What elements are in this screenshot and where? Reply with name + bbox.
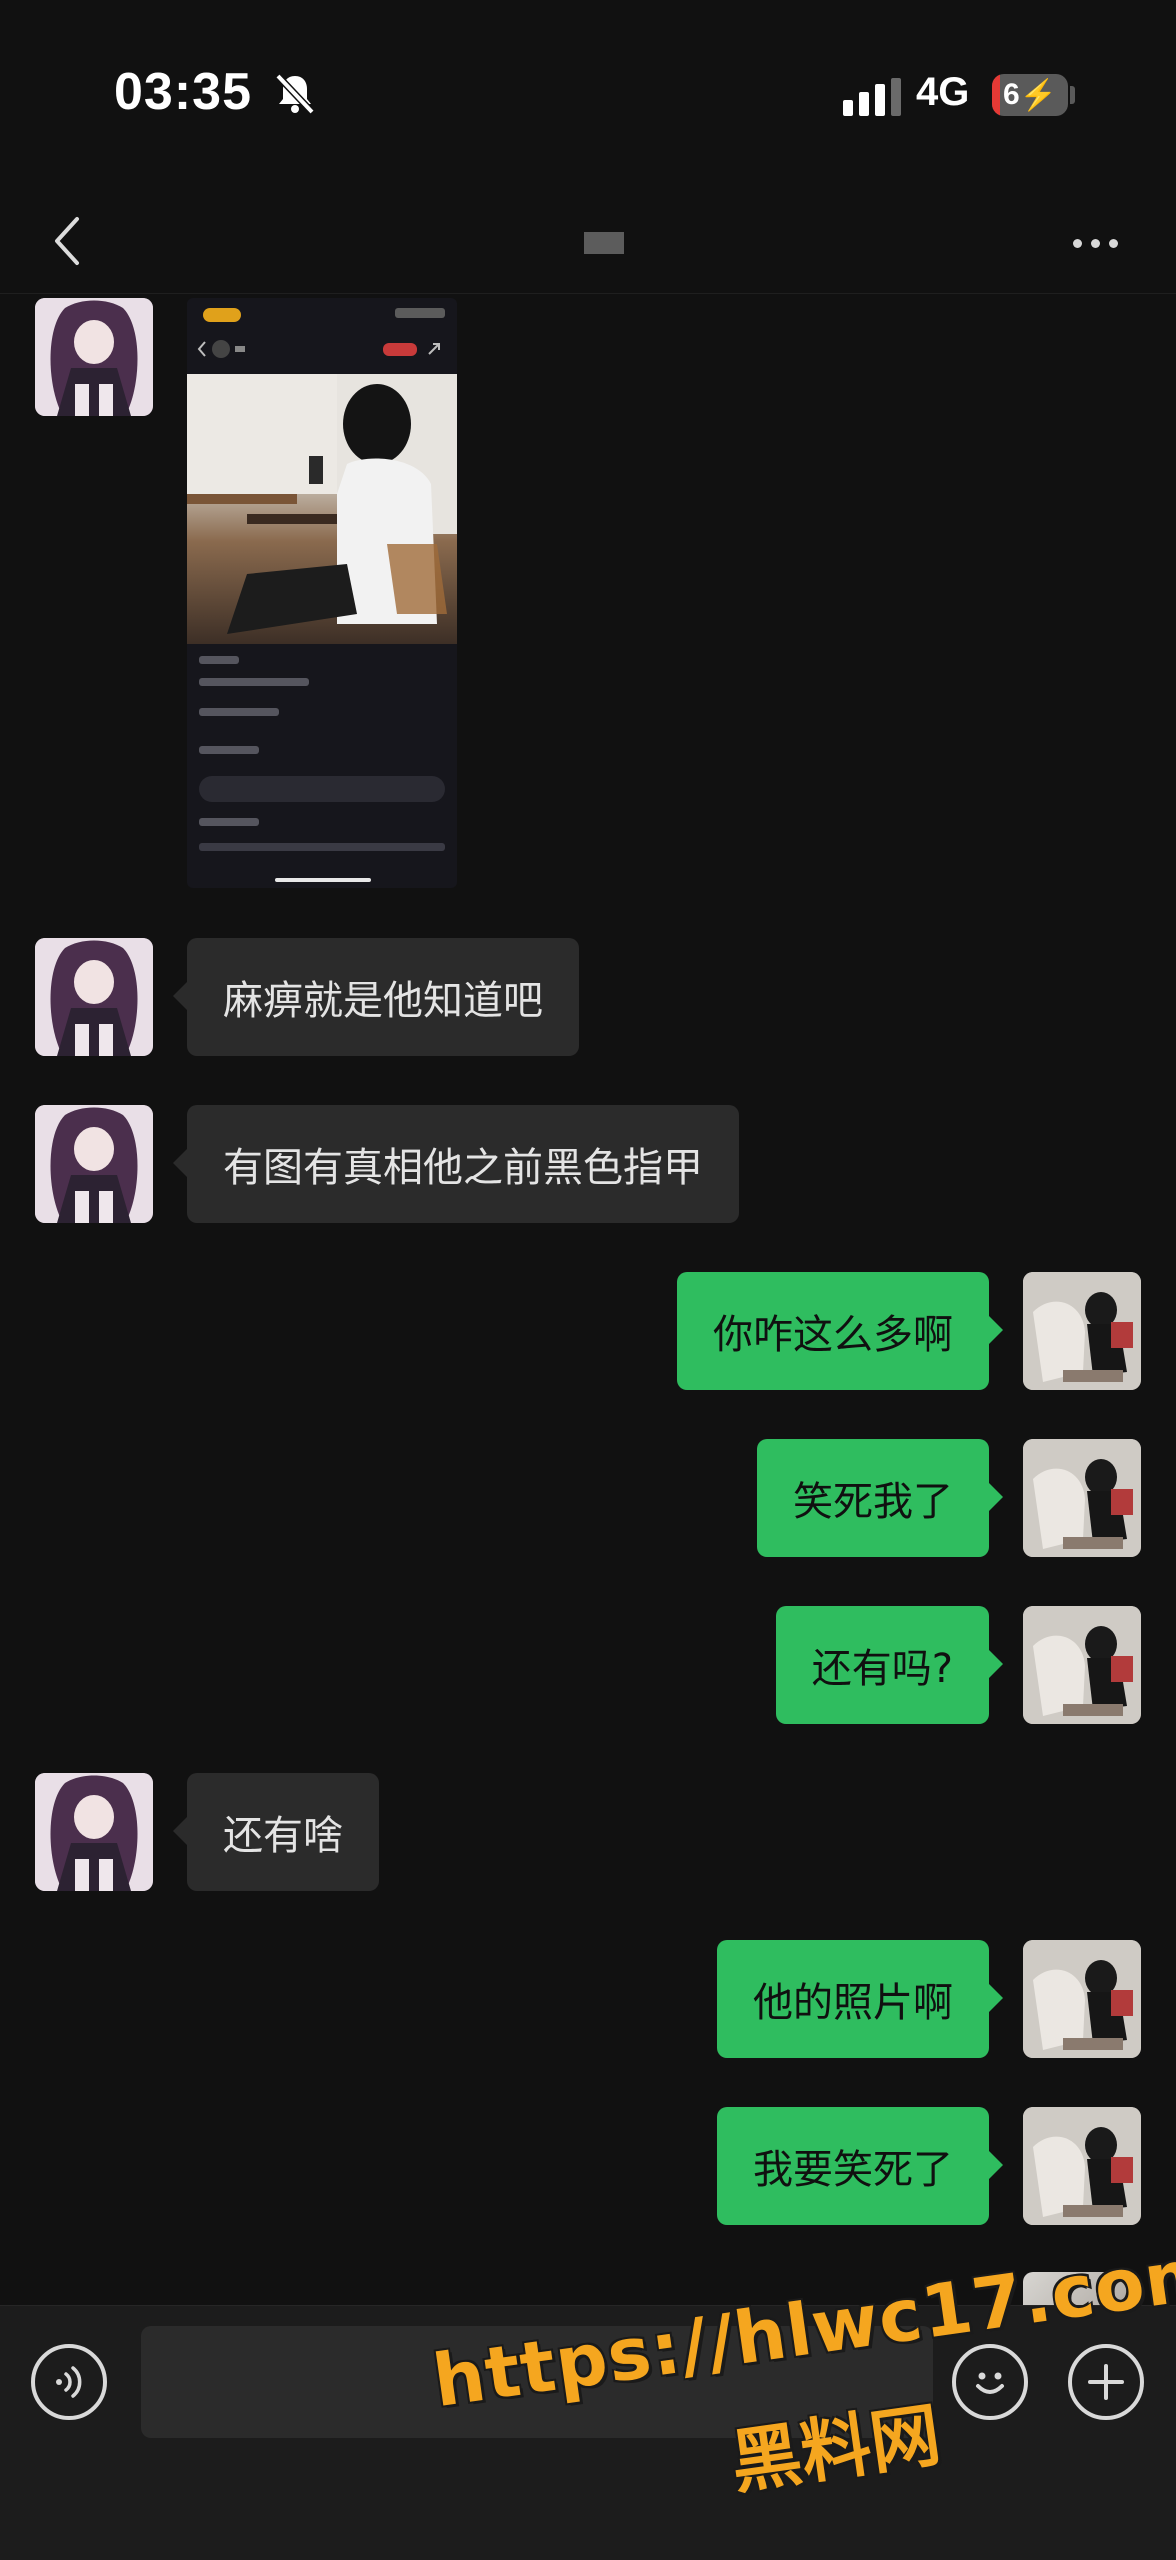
more-button[interactable] — [1060, 218, 1130, 268]
message-row: 你咋这么多啊 — [0, 1272, 1176, 1390]
message-row — [0, 298, 1176, 888]
message-list[interactable]: 麻痹就是他知道吧 有图有真相他之前黑色指甲 你咋这么多啊 笑死我了 还有吗? 还… — [0, 295, 1176, 2305]
voice-icon — [56, 2366, 82, 2398]
status-time: 03:35 — [114, 63, 252, 121]
message-row: 我要笑死了 — [0, 2107, 1176, 2225]
my-avatar[interactable] — [1023, 1272, 1141, 1390]
message-row: 笑死我了 — [0, 1439, 1176, 1557]
chat-title-redacted — [584, 232, 624, 254]
message-bubble[interactable]: 你咋这么多啊 — [677, 1272, 1003, 1390]
message-bubble[interactable]: 有图有真相他之前黑色指甲 — [173, 1105, 739, 1223]
battery-charging-icon: 6 ⚡ — [992, 74, 1068, 116]
anime-girl-avatar-image — [35, 1105, 153, 1223]
anime-girl-avatar-image — [35, 1773, 153, 1891]
message-row: 他的照片啊 — [0, 1940, 1176, 2058]
message-bubble[interactable]: 笑死我了 — [757, 1439, 1003, 1557]
my-avatar[interactable] — [1023, 1940, 1141, 2058]
chat-screen: 03:35 4G 6 ⚡ 麻痹就是他知道吧 有图有真相他之前黑色指甲 你咋这么多… — [0, 0, 1176, 2560]
shot-status-bar — [395, 308, 445, 318]
shot-badge — [203, 308, 241, 322]
my-avatar[interactable] — [1023, 1439, 1141, 1557]
contact-avatar[interactable] — [35, 1105, 153, 1223]
bell-muted-icon — [275, 73, 315, 115]
contact-avatar[interactable] — [35, 938, 153, 1056]
my-avatar[interactable] — [1023, 2107, 1141, 2225]
anime-girl-avatar-image — [35, 298, 153, 416]
emoji-button[interactable] — [952, 2344, 1028, 2420]
status-bar: 03:35 4G 6 ⚡ — [0, 0, 1176, 190]
contact-avatar[interactable] — [35, 1773, 153, 1891]
message-bubble[interactable]: 我要笑死了 — [717, 2107, 1003, 2225]
anime-girl-avatar-image — [35, 938, 153, 1056]
message-row: 还有啥 — [0, 1773, 1176, 1891]
my-avatar[interactable] — [1023, 1606, 1141, 1724]
message-bubble[interactable]: 他的照片啊 — [717, 1940, 1003, 2058]
battery-text: 6 ⚡ — [992, 74, 1068, 116]
message-bubble[interactable]: 麻痹就是他知道吧 — [173, 938, 579, 1056]
message-row: 还有吗? — [0, 1606, 1176, 1724]
shot-photo — [187, 374, 457, 644]
contact-avatar[interactable] — [35, 298, 153, 416]
message-bubble[interactable]: 还有啥 — [173, 1773, 379, 1891]
my-avatar-image — [1023, 1439, 1141, 1557]
my-avatar-image — [1023, 2107, 1141, 2225]
shot-header — [197, 340, 440, 358]
my-avatar-image — [1023, 1272, 1141, 1390]
battery-cap — [1070, 86, 1075, 104]
emoji-icon — [976, 2372, 1004, 2394]
voice-button[interactable] — [31, 2344, 107, 2420]
message-bubble[interactable]: 还有吗? — [775, 1606, 1004, 1724]
signal-icon — [843, 78, 901, 116]
more-horizontal-icon — [1072, 238, 1082, 248]
my-avatar-image — [1023, 1940, 1141, 2058]
nav-bar — [0, 190, 1176, 294]
my-avatar-image — [1023, 1606, 1141, 1724]
bolt-icon: ⚡ — [1019, 78, 1058, 112]
plus-icon — [1088, 2364, 1124, 2400]
battery-percent: 6 — [1002, 78, 1020, 111]
network-type: 4G — [916, 70, 970, 114]
shot-comment-input — [199, 776, 445, 802]
message-row: 麻痹就是他知道吧 — [0, 938, 1176, 1056]
image-message[interactable] — [187, 298, 457, 888]
plus-button[interactable] — [1068, 2344, 1144, 2420]
shot-home-indicator — [275, 878, 371, 882]
back-button[interactable] — [36, 204, 96, 278]
message-row: 有图有真相他之前黑色指甲 — [0, 1105, 1176, 1223]
chevron-left-icon — [55, 217, 79, 265]
